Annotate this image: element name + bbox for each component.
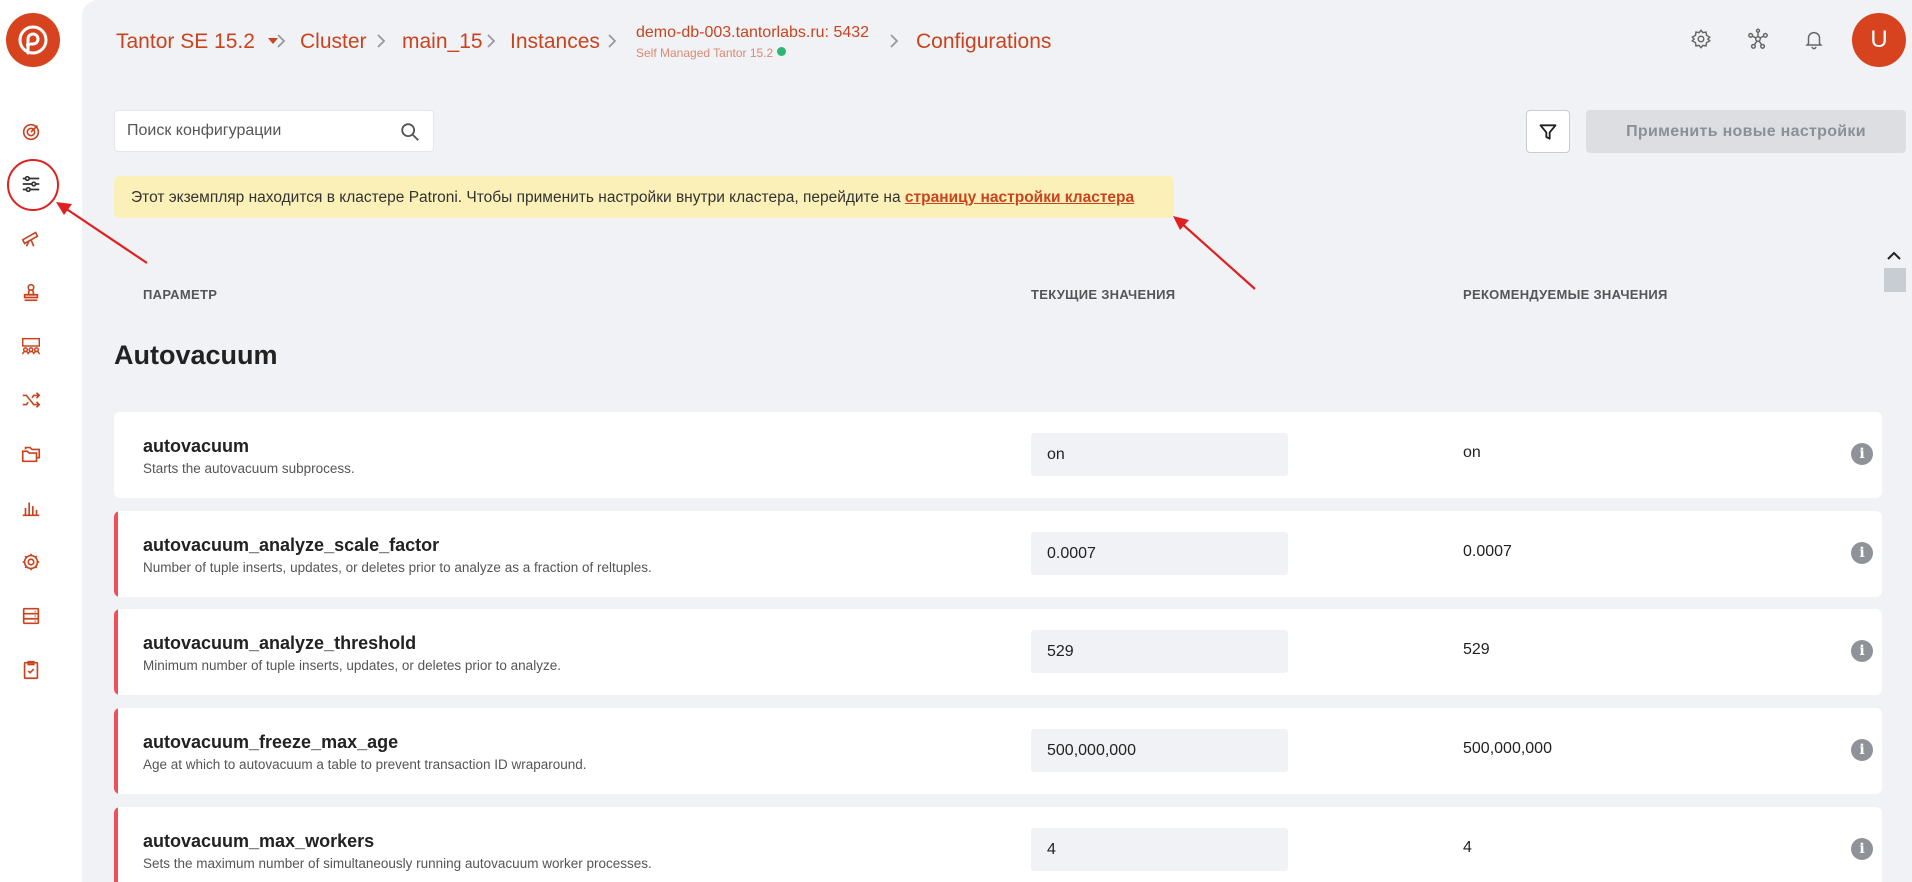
- bar-chart-icon: [22, 502, 40, 517]
- shuffle-icon: [22, 392, 41, 408]
- breadcrumb-instances[interactable]: Instances: [510, 30, 600, 54]
- stamp-icon: [23, 283, 39, 302]
- chevron-right-icon: [377, 34, 386, 48]
- recommended-value: 0.0007: [1463, 543, 1512, 560]
- column-header-recommended: РЕКОМЕНДУЕМЫЕ ЗНАЧЕНИЯ: [1463, 287, 1668, 302]
- config-row: autovacuum Starts the autovacuum subproc…: [114, 412, 1882, 498]
- param-name: autovacuum_freeze_max_age: [143, 732, 399, 752]
- filter-icon: [1539, 123, 1557, 140]
- scrollbar-thumb[interactable]: [1884, 268, 1906, 292]
- sidebar-item-configurations[interactable]: [7, 159, 59, 211]
- filter-button[interactable]: [1526, 110, 1570, 153]
- breadcrumb-instance-host[interactable]: demo-db-003.tantorlabs.ru: 5432: [636, 24, 869, 42]
- instance-subtitle-text: Self Managed Tantor 15.2: [636, 46, 774, 60]
- user-avatar[interactable]: U: [1852, 13, 1906, 67]
- param-description: Starts the autovacuum subprocess.: [143, 461, 355, 476]
- notifications-button[interactable]: [1799, 24, 1829, 54]
- gear-icon: [1691, 29, 1711, 49]
- current-value-input[interactable]: [1031, 828, 1288, 871]
- scroll-up-icon[interactable]: [1884, 246, 1904, 266]
- config-row: autovacuum_analyze_threshold Minimum num…: [114, 609, 1882, 695]
- bell-icon: [1805, 31, 1823, 50]
- sidebar-item-stamp[interactable]: [14, 275, 48, 309]
- section-title: Autovacuum: [114, 340, 278, 370]
- main-content: Tantor SE 15.2 Cluster main_15 Instances…: [82, 0, 1912, 882]
- param-description: Age at which to autovacuum a table to pr…: [143, 757, 587, 772]
- settings-sliders-icon: [22, 175, 40, 193]
- param-description: Minimum number of tuple inserts, updates…: [143, 658, 561, 673]
- info-icon[interactable]: i: [1851, 640, 1873, 662]
- breadcrumb-cluster-name[interactable]: main_15: [402, 30, 483, 54]
- info-icon[interactable]: i: [1851, 739, 1873, 761]
- patroni-notice-banner: Этот экземпляр находится в кластере Patr…: [114, 176, 1174, 218]
- sidebar-item-database[interactable]: [14, 599, 48, 633]
- instance-subtitle: Self Managed Tantor 15.2: [636, 46, 787, 60]
- gear-icon: [22, 553, 40, 571]
- param-name: autovacuum_analyze_scale_factor: [143, 535, 440, 555]
- checklist-icon: [23, 660, 39, 680]
- param-name: autovacuum_max_workers: [143, 831, 375, 851]
- app-logo[interactable]: [6, 13, 60, 67]
- chevron-right-icon: [487, 34, 496, 48]
- apply-settings-button[interactable]: Применить новые настройки: [1586, 110, 1906, 153]
- info-icon[interactable]: i: [1851, 542, 1873, 564]
- network-icon: [1748, 28, 1768, 49]
- telescope-icon: [21, 231, 39, 247]
- cluster-settings-link[interactable]: страницу настройки кластера: [905, 189, 1134, 206]
- param-name: autovacuum: [143, 436, 250, 456]
- search-box: [114, 110, 434, 152]
- chevron-right-icon: [890, 34, 899, 48]
- config-row: autovacuum_max_workers Sets the maximum …: [114, 807, 1882, 882]
- sidebar-item-charts[interactable]: [14, 491, 48, 525]
- search-icon[interactable]: [399, 121, 421, 143]
- chevron-right-icon: [277, 34, 286, 48]
- current-value-input[interactable]: [1031, 729, 1288, 772]
- database-icon: [22, 607, 40, 625]
- top-bar: Tantor SE 15.2 Cluster main_15 Instances…: [82, 0, 1912, 84]
- recommended-value: 500,000,000: [1463, 740, 1552, 757]
- breadcrumb-cluster[interactable]: Cluster: [300, 30, 367, 54]
- sidebar-item-tasks[interactable]: [14, 653, 48, 687]
- info-icon[interactable]: i: [1851, 838, 1873, 860]
- info-icon[interactable]: i: [1851, 443, 1873, 465]
- param-name: autovacuum_analyze_threshold: [143, 633, 417, 653]
- chevron-right-icon: [608, 34, 617, 48]
- banner-text: Этот экземпляр находится в кластере Patr…: [131, 189, 905, 206]
- param-description: Number of tuple inserts, updates, or del…: [143, 560, 652, 575]
- column-header-current: ТЕКУЩИЕ ЗНАЧЕНИЯ: [1031, 287, 1176, 302]
- settings-button[interactable]: [1686, 24, 1716, 54]
- recommended-value: 4: [1463, 839, 1472, 856]
- breadcrumb-product-label: Tantor SE 15.2: [116, 30, 255, 53]
- users-group-icon: [22, 337, 40, 355]
- sidebar-item-folders[interactable]: [14, 437, 48, 471]
- dashboard-icon: [22, 123, 40, 141]
- param-description: Sets the maximum number of simultaneousl…: [143, 856, 652, 871]
- sidebar: [0, 0, 82, 882]
- current-value-input[interactable]: [1031, 630, 1288, 673]
- config-row: autovacuum_analyze_scale_factor Number o…: [114, 511, 1882, 597]
- sidebar-item-dashboard[interactable]: [14, 115, 48, 149]
- search-input[interactable]: [127, 111, 387, 151]
- logo-mark-icon: [18, 25, 48, 55]
- topology-button[interactable]: [1743, 24, 1773, 54]
- current-value-input[interactable]: [1031, 532, 1288, 575]
- sidebar-item-shuffle[interactable]: [14, 383, 48, 417]
- folders-icon: [21, 446, 41, 463]
- current-value-input[interactable]: [1031, 433, 1288, 476]
- sidebar-item-users[interactable]: [14, 329, 48, 363]
- recommended-value: 529: [1463, 641, 1490, 658]
- column-header-parameter: ПАРАМЕТР: [143, 287, 218, 302]
- status-ok-icon: [777, 47, 787, 56]
- breadcrumb-configurations[interactable]: Configurations: [916, 30, 1051, 54]
- config-row: autovacuum_freeze_max_age Age at which t…: [114, 708, 1882, 794]
- recommended-value: on: [1463, 444, 1481, 461]
- sidebar-item-settings[interactable]: [14, 545, 48, 579]
- sidebar-item-telescope[interactable]: [14, 221, 48, 255]
- breadcrumb-product[interactable]: Tantor SE 15.2: [116, 30, 279, 54]
